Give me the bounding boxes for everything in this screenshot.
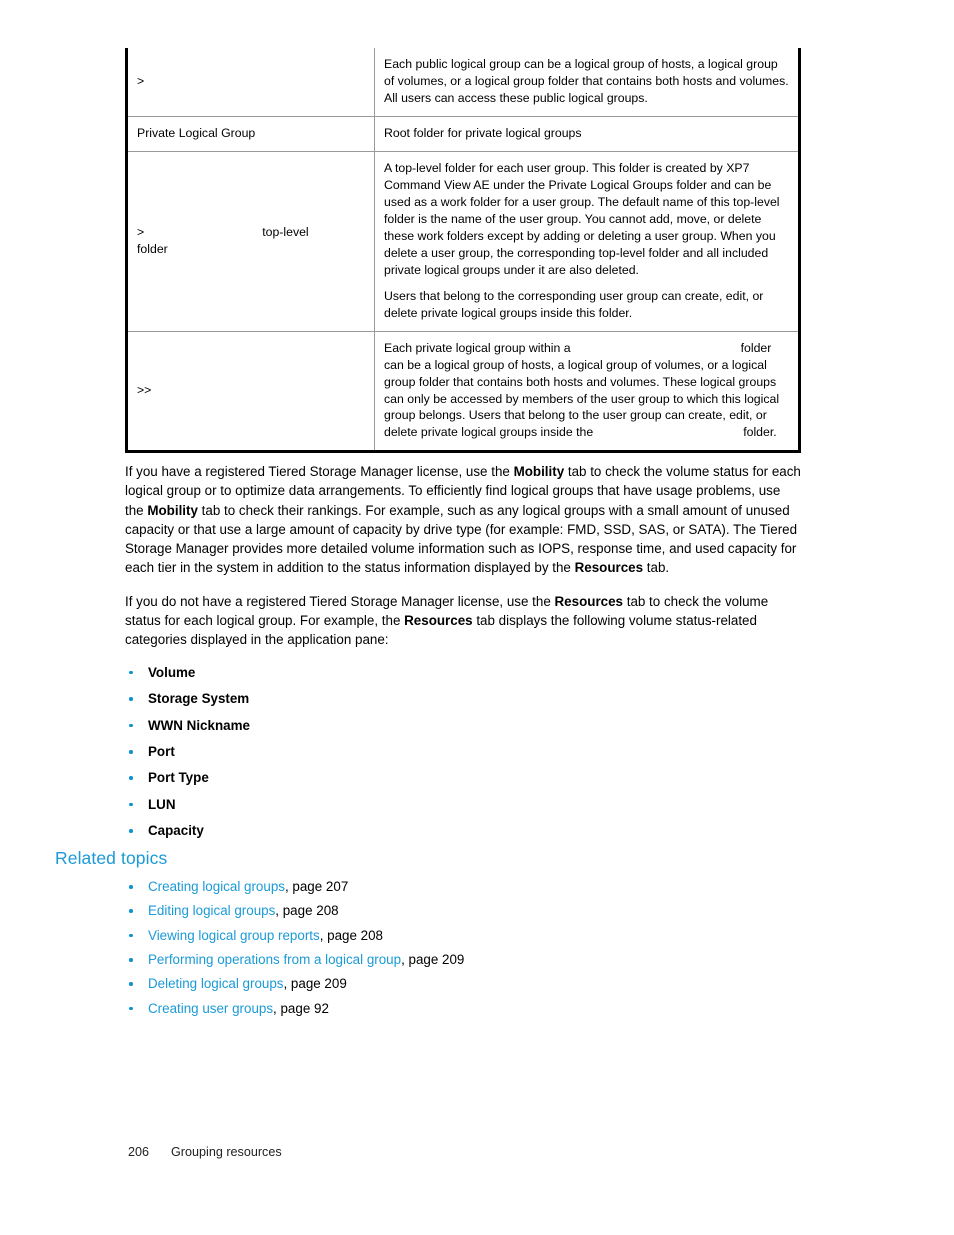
logical-group-definitions-table: > Each public logical group can be a log… xyxy=(125,48,801,454)
table-cell-term: Private Logical Group xyxy=(128,115,375,152)
emphasis-resources: Resources xyxy=(574,560,644,576)
page-reference: , page 207 xyxy=(284,879,349,894)
emphasis-mobility: Mobility xyxy=(513,464,565,479)
bullet-dot-icon xyxy=(129,933,133,938)
list-item-label: LUN xyxy=(148,796,176,812)
list-item: Storage System xyxy=(125,690,801,707)
related-topics-heading: Related topics xyxy=(55,848,168,868)
page-reference: , page 209 xyxy=(283,976,347,992)
term-suffix: folder xyxy=(137,241,168,256)
list-item: Performing operations from a logical gro… xyxy=(125,951,825,969)
description-paragraph: Each public logical group can be a logic… xyxy=(384,57,789,105)
description-part-a: Each private logical group within a xyxy=(384,340,571,355)
related-topic-link[interactable]: Editing logical groups xyxy=(148,903,275,918)
bullet-dot-icon xyxy=(129,723,133,728)
text-run: tab to check their rankings. For example… xyxy=(125,502,798,576)
page-reference: , page 92 xyxy=(273,1000,329,1016)
description-paragraph: Root folder for private logical groups xyxy=(384,125,582,140)
list-item-label: Volume xyxy=(148,664,196,680)
list-item: Editing logical groups, page 208 xyxy=(125,902,825,920)
related-topic-link[interactable]: Performing operations from a logical gro… xyxy=(148,952,401,967)
list-item: Capacity xyxy=(125,822,801,839)
bullet-dot-icon xyxy=(129,802,133,807)
text-run: If you do not have a registered Tiered S… xyxy=(125,593,555,609)
table-cell-description: Root folder for private logical groups xyxy=(374,115,798,152)
bullet-dot-icon xyxy=(129,1006,133,1011)
list-item: WWN Nickname xyxy=(125,717,801,734)
bullet-dot-icon xyxy=(129,909,133,913)
emphasis-mobility: Mobility xyxy=(147,502,198,518)
table-row: Private Logical Group Root folder for pr… xyxy=(128,115,798,152)
body-content: If you have a registered Tiered Storage … xyxy=(125,462,801,849)
list-item-label: Port xyxy=(148,743,175,759)
footer-page-number: 206 xyxy=(128,1145,150,1159)
description-paragraph: A top-level folder for each user group. … xyxy=(384,160,780,277)
related-topic-link[interactable]: Creating logical groups xyxy=(148,879,285,894)
paragraph-resources-tab: If you do not have a registered Tiered S… xyxy=(125,592,801,650)
list-item: Volume xyxy=(125,664,801,681)
list-item: Port xyxy=(125,743,801,760)
term-prefix: > xyxy=(137,224,145,239)
related-topics-list: Creating logical groups, page 207 Editin… xyxy=(125,878,825,1024)
bullet-dot-icon xyxy=(129,670,133,675)
bullet-dot-icon xyxy=(129,697,133,701)
table-row: > top-level folder A top-level folder for … xyxy=(128,150,798,332)
page-reference: , page 208 xyxy=(275,903,339,919)
list-item: Deleting logical groups, page 209 xyxy=(125,975,825,993)
bullet-dot-icon xyxy=(129,829,133,833)
table-row: > Each public logical group can be a log… xyxy=(128,48,799,117)
list-item: LUN xyxy=(125,796,801,813)
bullet-dot-icon xyxy=(129,982,133,986)
table-row: >> Each private logical group within a fo… xyxy=(128,330,798,451)
list-item-label: WWN Nickname xyxy=(148,717,250,733)
text-run: tab. xyxy=(643,560,670,576)
description-paragraph: Each private logical group within a folde… xyxy=(384,340,789,442)
table-cell-description: Each private logical group within a folde… xyxy=(374,330,798,451)
emphasis-resources: Resources xyxy=(554,593,623,609)
list-item: Port Type xyxy=(125,769,801,786)
bullet-dot-icon xyxy=(129,749,133,754)
page-footer: 206 Grouping resources xyxy=(128,1145,282,1159)
volume-status-categories-list: Volume Storage System WWN Nickname Port … xyxy=(125,664,801,840)
list-item-label: Port Type xyxy=(148,770,209,786)
description-part-c: folder. xyxy=(743,425,777,440)
bullet-dot-icon xyxy=(129,957,133,962)
paragraph-mobility-tab: If you have a registered Tiered Storage … xyxy=(125,462,801,578)
description-paragraph: Users that belong to the corresponding u… xyxy=(384,288,764,320)
footer-section-title: Grouping resources xyxy=(171,1145,282,1159)
document-page: > Each public logical group can be a log… xyxy=(0,0,954,1235)
description-part-b: folder can be a logical group of hosts, … xyxy=(384,340,780,440)
page-reference: , page 209 xyxy=(401,951,465,967)
term-mid: top-level xyxy=(262,224,309,239)
bullet-dot-icon xyxy=(129,776,133,780)
bullet-dot-icon xyxy=(129,885,133,889)
table-cell-description: Each public logical group can be a logic… xyxy=(375,48,799,116)
table-cell-term: > top-level folder xyxy=(128,150,375,332)
related-topic-link[interactable]: Creating user groups xyxy=(148,1001,273,1016)
text-run: If you have a registered Tiered Storage … xyxy=(125,464,514,479)
list-item: Creating user groups, page 92 xyxy=(125,1000,825,1018)
table-cell-description: A top-level folder for each user group. … xyxy=(374,150,798,332)
related-topic-link[interactable]: Deleting logical groups xyxy=(148,976,283,991)
related-topic-link[interactable]: Viewing logical group reports xyxy=(148,928,320,943)
list-item-label: Storage System xyxy=(148,691,250,707)
table-cell-term: > xyxy=(128,48,375,117)
list-item: Viewing logical group reports, page 208 xyxy=(125,927,825,945)
list-item-label: Capacity xyxy=(148,823,204,839)
table-cell-term: >> xyxy=(128,330,375,451)
emphasis-resources: Resources xyxy=(404,613,473,629)
page-reference: , page 208 xyxy=(319,927,383,943)
list-item: Creating logical groups, page 207 xyxy=(125,878,825,896)
